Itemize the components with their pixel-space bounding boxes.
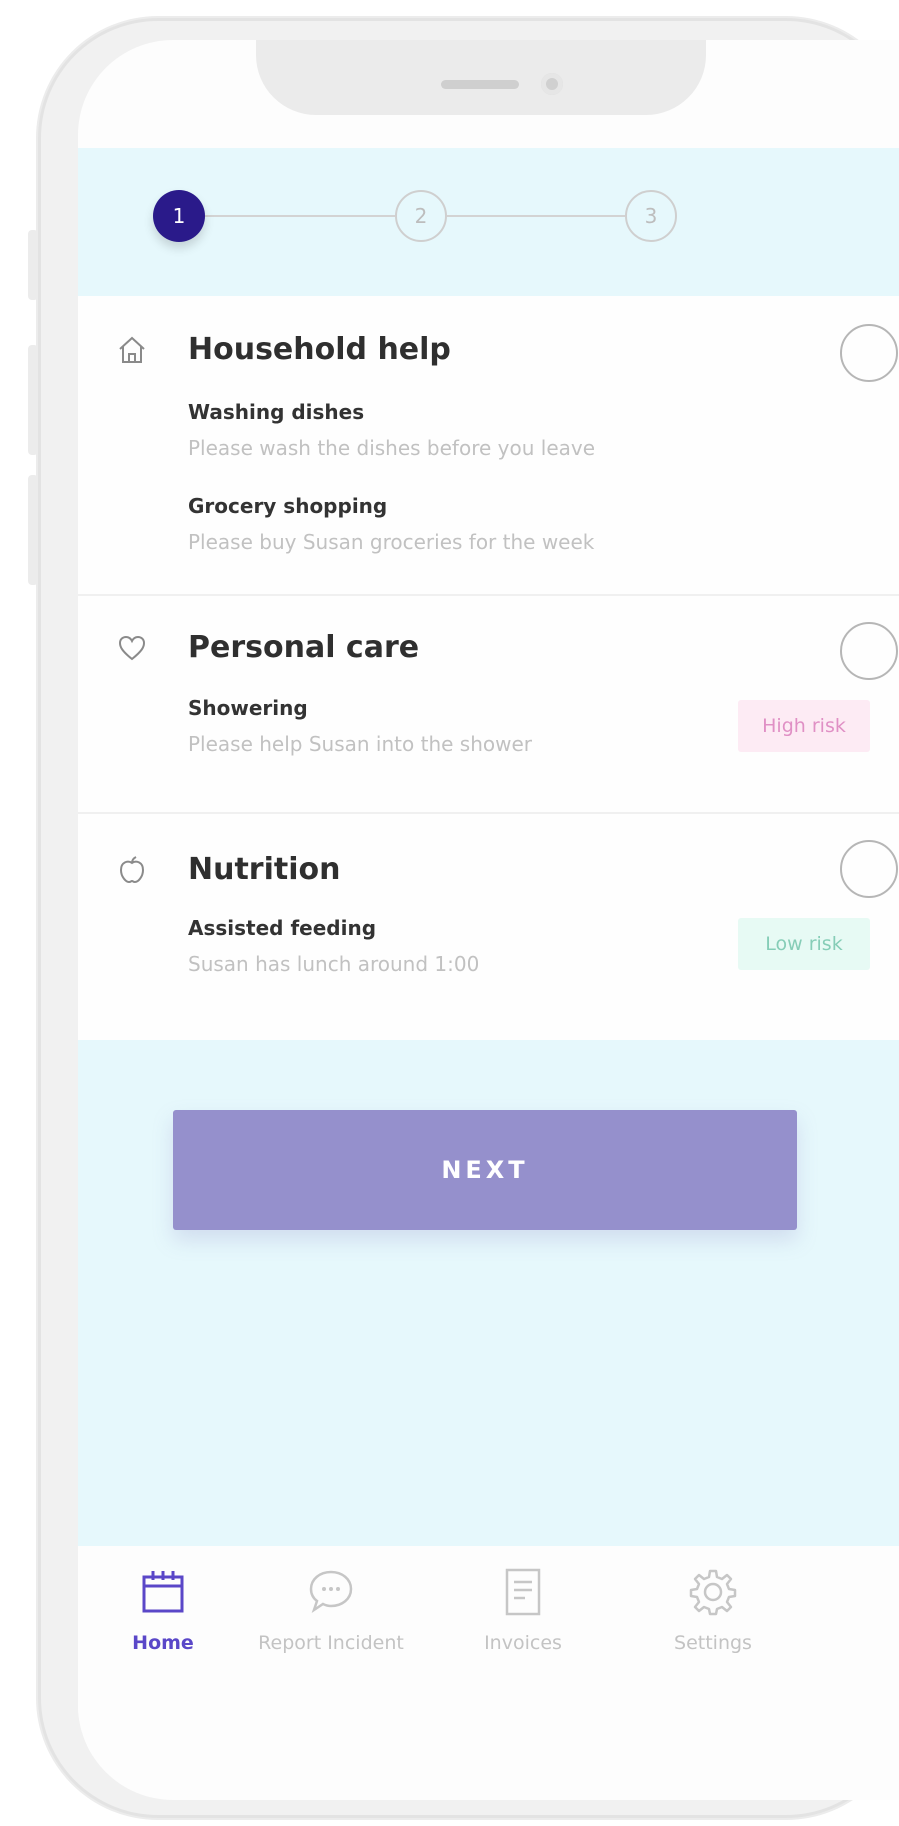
tab-report-incident[interactable]: Report Incident xyxy=(236,1566,426,1654)
task-description: Please wash the dishes before you leave xyxy=(188,436,596,460)
calendar-icon xyxy=(142,1571,184,1613)
stepper-line xyxy=(447,215,625,217)
tab-label: Report Incident xyxy=(258,1632,404,1654)
phone-side-button xyxy=(28,345,38,455)
phone-notch xyxy=(256,40,706,115)
category-complete-checkbox[interactable] xyxy=(840,840,898,898)
category-complete-checkbox[interactable] xyxy=(840,622,898,680)
phone-screen: 1 2 3 Household help Washing dishes Plea… xyxy=(78,40,899,1800)
next-button[interactable]: NEXT xyxy=(173,1110,797,1230)
document-icon xyxy=(505,1568,541,1616)
task-title: Assisted feeding xyxy=(188,916,377,940)
speaker-grille xyxy=(441,80,519,89)
category-card-household-help: Household help Washing dishes Please was… xyxy=(78,296,899,596)
category-card-nutrition: Nutrition Assisted feeding Susan has lun… xyxy=(78,814,899,1040)
step-1[interactable]: 1 xyxy=(153,190,205,242)
risk-badge-high: High risk xyxy=(738,700,870,752)
chat-bubble-icon xyxy=(309,1570,353,1614)
task-title: Washing dishes xyxy=(188,400,365,424)
tab-invoices[interactable]: Invoices xyxy=(428,1566,618,1654)
task-description: Susan has lunch around 1:00 xyxy=(188,952,480,976)
task-description: Please buy Susan groceries for the week xyxy=(188,530,595,554)
tab-label: Invoices xyxy=(484,1632,562,1654)
gear-icon xyxy=(689,1569,737,1616)
apple-icon xyxy=(119,856,145,884)
tab-home[interactable]: Home xyxy=(78,1566,258,1654)
heart-icon xyxy=(118,635,146,661)
risk-badge-low: Low risk xyxy=(738,918,870,970)
camera-icon xyxy=(541,73,563,95)
task-title: Showering xyxy=(188,696,308,720)
category-title: Nutrition xyxy=(188,852,341,887)
phone-side-button xyxy=(28,475,38,585)
progress-stepper: 1 2 3 xyxy=(78,148,899,296)
task-title: Grocery shopping xyxy=(188,494,388,518)
home-icon xyxy=(119,336,145,363)
step-2[interactable]: 2 xyxy=(395,190,447,242)
phone-side-button xyxy=(28,230,38,300)
task-description: Please help Susan into the shower xyxy=(188,732,532,756)
category-complete-checkbox[interactable] xyxy=(840,324,898,382)
stepper-line xyxy=(205,215,395,217)
tab-settings[interactable]: Settings xyxy=(618,1566,808,1654)
category-card-personal-care: Personal care Showering Please help Susa… xyxy=(78,596,899,814)
tab-label: Home xyxy=(132,1632,194,1654)
bottom-tab-bar: Home Report Incident Invoices Settings xyxy=(78,1546,899,1756)
category-title: Personal care xyxy=(188,630,420,665)
step-3[interactable]: 3 xyxy=(625,190,677,242)
category-title: Household help xyxy=(188,332,451,367)
tab-label: Settings xyxy=(674,1632,752,1654)
